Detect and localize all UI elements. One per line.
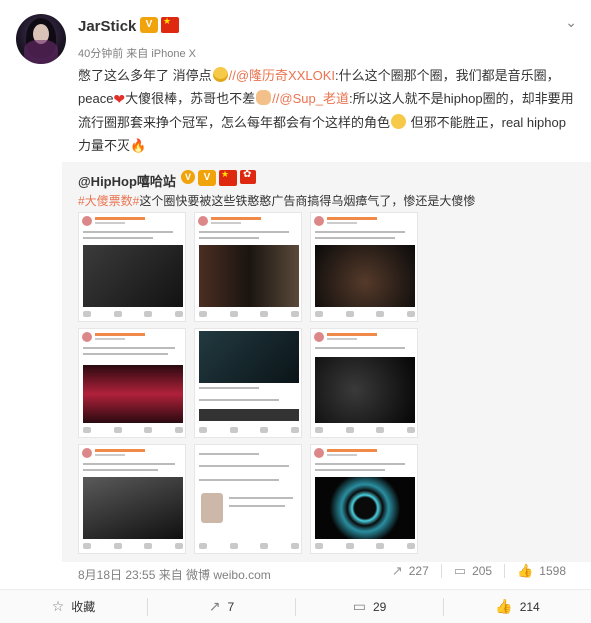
comment-count: 29 — [372, 599, 387, 614]
fire-emoji-icon: 🔥 — [130, 138, 147, 153]
post-text-part: 憋了这么多年了 消停点 — [78, 68, 212, 83]
verified-badge-icon: V — [181, 170, 195, 184]
image-thumbnail[interactable] — [194, 444, 302, 554]
comment-icon: ▭ — [453, 563, 467, 578]
image-thumbnail[interactable] — [310, 328, 418, 438]
repost-like-count: 1598 — [539, 564, 566, 578]
image-thumbnail[interactable] — [194, 328, 302, 438]
post-text: 憋了这么多年了 消停点//@隆历奇XXLOKI:什么这个圈那个圈，我们都是音乐圈… — [78, 64, 576, 157]
china-flag-icon — [161, 16, 179, 33]
repost-like-button[interactable]: 👍 1598 — [504, 563, 578, 578]
action-bar: ☆ 收藏 ↗ 7 ▭ 29 👍 214 — [0, 589, 591, 623]
like-count: 214 — [519, 599, 540, 614]
vip-badge-icon: V — [198, 170, 216, 186]
repost-stats: ↗ 227 ▭ 205 👍 1598 — [380, 563, 578, 578]
thinking-emoji-icon — [391, 114, 407, 129]
post-meta: 40分钟前 来自 iPhone X — [78, 48, 196, 60]
heart-emoji-icon: ❤ — [113, 91, 126, 107]
image-thumbnail[interactable] — [78, 328, 186, 438]
avatar-accent — [24, 40, 58, 64]
repost-repost-count: 227 — [408, 564, 429, 578]
comment-button[interactable]: ▭ 29 — [295, 597, 443, 616]
image-thumbnail[interactable] — [78, 212, 186, 322]
mention-link[interactable]: //@Sup_老道 — [272, 91, 349, 106]
repost-count: 7 — [227, 599, 235, 614]
post-username[interactable]: JarStick — [78, 18, 136, 35]
avatar[interactable] — [16, 14, 66, 64]
like-button[interactable]: 👍 214 — [443, 597, 591, 616]
repost-badges: V V — [181, 169, 256, 186]
repost-username[interactable]: @HipHop嘻哈站 — [78, 171, 176, 190]
thumbs-up-icon: 👍 — [495, 598, 513, 614]
repost-comment-button[interactable]: ▭ 205 — [440, 563, 504, 578]
repost-repost-button[interactable]: ↗ 227 — [380, 563, 441, 578]
china-flag-icon — [219, 169, 237, 186]
favorite-label: 收藏 — [71, 600, 96, 614]
user-badges: V — [140, 16, 179, 33]
repost-button[interactable]: ↗ 7 — [147, 597, 295, 616]
image-thumbnail[interactable] — [194, 212, 302, 322]
repost-text-body: 这个圈快要被这些铁憨憨广告商搞得乌烟瘴气了，惨还是大傻惨 — [139, 194, 476, 208]
chevron-down-icon[interactable]: ⌄ — [565, 14, 577, 31]
favorite-button[interactable]: ☆ 收藏 — [0, 598, 147, 616]
repost-icon: ↗ — [208, 598, 221, 614]
image-thumbnail[interactable] — [310, 444, 418, 554]
repost-icon: ↗ — [391, 563, 403, 578]
hands-emoji-icon — [256, 90, 272, 105]
mention-link[interactable]: //@隆历奇XXLOKI — [229, 68, 335, 83]
post-text-part: 大傻很棒，苏哥也不差 — [125, 91, 256, 106]
vip-badge-icon: V — [140, 17, 158, 33]
laugh-emoji-icon — [212, 67, 228, 82]
image-grid — [78, 212, 418, 554]
hongkong-flag-icon — [240, 169, 256, 184]
topic-link[interactable]: #大傻票数# — [78, 194, 139, 208]
repost-text: #大傻票数#这个圈快要被这些铁憨憨广告商搞得乌烟瘴气了，惨还是大傻惨 — [78, 192, 475, 209]
image-thumbnail[interactable] — [78, 444, 186, 554]
repost-comment-count: 205 — [472, 564, 493, 578]
weibo-post-card: JarStick V 40分钟前 来自 iPhone X ⌄ 憋了这么多年了 消… — [0, 0, 591, 623]
thumbs-up-icon: 👍 — [517, 563, 534, 578]
comment-icon: ▭ — [352, 598, 366, 614]
image-thumbnail[interactable] — [310, 212, 418, 322]
repost-timestamp[interactable]: 8月18日 23:55 来自 微博 weibo.com — [78, 566, 271, 583]
star-icon: ☆ — [51, 598, 65, 614]
